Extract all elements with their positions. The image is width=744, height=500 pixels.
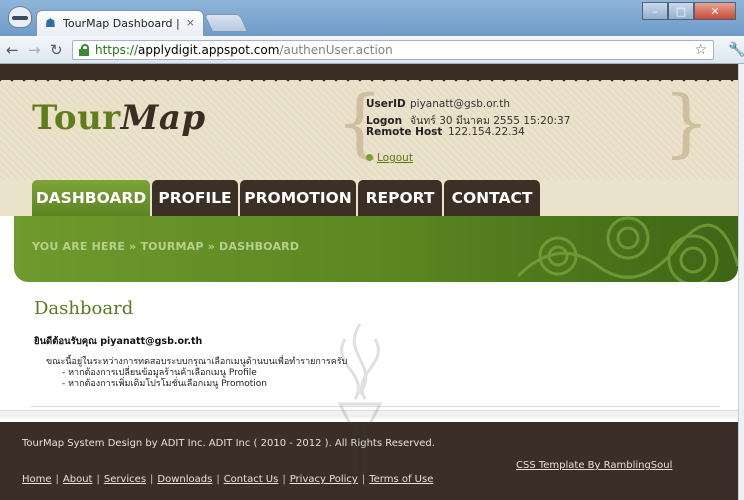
site-footer: TourMap System Design by ADIT Inc. ADIT … <box>0 422 738 500</box>
footer-links: Home | About | Services | Downloads | Contact Us… <box>22 474 434 485</box>
header-zigzag-border <box>0 64 738 84</box>
address-bar[interactable]: https://applydigit.appspot.com/authenUse… <box>72 40 714 60</box>
main-nav: DASHBOARD PROFILE PROMOTION REPORT CONTA… <box>0 180 738 216</box>
bookmark-star-icon[interactable]: ☆ <box>694 42 707 58</box>
footer-link-services[interactable]: Services <box>104 474 146 485</box>
tab-profile[interactable]: PROFILE <box>152 180 238 216</box>
breadcrumb-banner: YOU ARE HERE » TOURMAP » DASHBOARD <box>14 216 738 282</box>
main-content: Dashboard ยินดีต้อนรับคุณ piyanatt@gsb.o… <box>0 282 738 422</box>
footer-link-terms-of-use[interactable]: Terms of Use <box>369 474 433 485</box>
web-page: TourMap { } UserID piyanatt@gsb.or.th Log… <box>0 64 738 500</box>
window-controls: – □ ✕ <box>642 2 736 20</box>
footer-link-downloads[interactable]: Downloads <box>157 474 212 485</box>
footer-link-privacy-policy[interactable]: Privacy Policy <box>290 474 358 485</box>
remote-host-row: Remote Host 122.154.22.34 <box>366 126 525 138</box>
browser-toolbar: ← → ↻ https://applydigit.appspot.com/aut… <box>0 36 744 64</box>
url-text: https://applydigit.appspot.com/authenUse… <box>95 43 393 57</box>
tab-contact[interactable]: CONTACT <box>444 180 540 216</box>
bullet-icon <box>366 154 373 161</box>
new-tab-button[interactable] <box>203 14 249 32</box>
site-header: TourMap { } UserID piyanatt@gsb.or.th Log… <box>0 64 738 184</box>
site-logo[interactable]: TourMap <box>32 98 206 138</box>
reload-icon[interactable]: ↻ <box>50 41 63 59</box>
incognito-icon <box>8 6 32 28</box>
footer-link-about[interactable]: About <box>63 474 93 485</box>
template-credit[interactable]: CSS Template By RamblingSoul <box>516 460 672 471</box>
footer-link-contact-us[interactable]: Contact Us <box>224 474 279 485</box>
copyright-text: TourMap System Design by ADIT Inc. ADIT … <box>22 438 435 449</box>
info-line: - หากต้องการเพิ่มเติมโปรโมชั่นเลือกเมนู … <box>62 379 267 389</box>
logout-link[interactable]: Logout <box>366 152 413 164</box>
footer-link-home[interactable]: Home <box>22 474 52 485</box>
welcome-text: ยินดีต้อนรับคุณ piyanatt@gsb.or.th <box>34 336 203 347</box>
browser-titlebar: ☗ TourMap Dashboard | [ Pov × – □ ✕ <box>0 0 744 36</box>
swirl-decoration <box>518 216 738 282</box>
back-arrow-icon[interactable]: ← <box>6 41 19 59</box>
tab-close-icon[interactable]: × <box>186 16 195 29</box>
content-divider <box>30 406 720 407</box>
tab-report[interactable]: REPORT <box>358 180 442 216</box>
forward-arrow-icon[interactable]: → <box>28 41 41 59</box>
close-window-button[interactable]: ✕ <box>694 2 736 20</box>
tab-promotion[interactable]: PROMOTION <box>240 180 356 216</box>
tab-favicon-icon: ☗ <box>45 16 56 30</box>
minimize-button[interactable]: – <box>642 2 668 20</box>
maximize-button[interactable]: □ <box>668 2 694 20</box>
tab-dashboard[interactable]: DASHBOARD <box>32 180 150 216</box>
user-info-panel: { } UserID piyanatt@gsb.or.th Logon จันทร์… <box>336 84 712 168</box>
horizontal-scrollbar[interactable] <box>0 410 738 418</box>
wrench-menu-icon[interactable]: 🔧 <box>728 42 744 58</box>
right-brace-decoration: } <box>662 80 710 166</box>
browser-tab[interactable]: ☗ TourMap Dashboard | [ Pov × <box>36 10 204 36</box>
breadcrumb: YOU ARE HERE » TOURMAP » DASHBOARD <box>32 240 300 253</box>
userid-row: UserID piyanatt@gsb.or.th <box>366 98 511 110</box>
tab-title: TourMap Dashboard | [ Pov <box>63 17 181 30</box>
lock-icon <box>79 44 89 56</box>
page-title: Dashboard <box>34 298 134 319</box>
vertical-scrollbar[interactable] <box>738 64 744 500</box>
